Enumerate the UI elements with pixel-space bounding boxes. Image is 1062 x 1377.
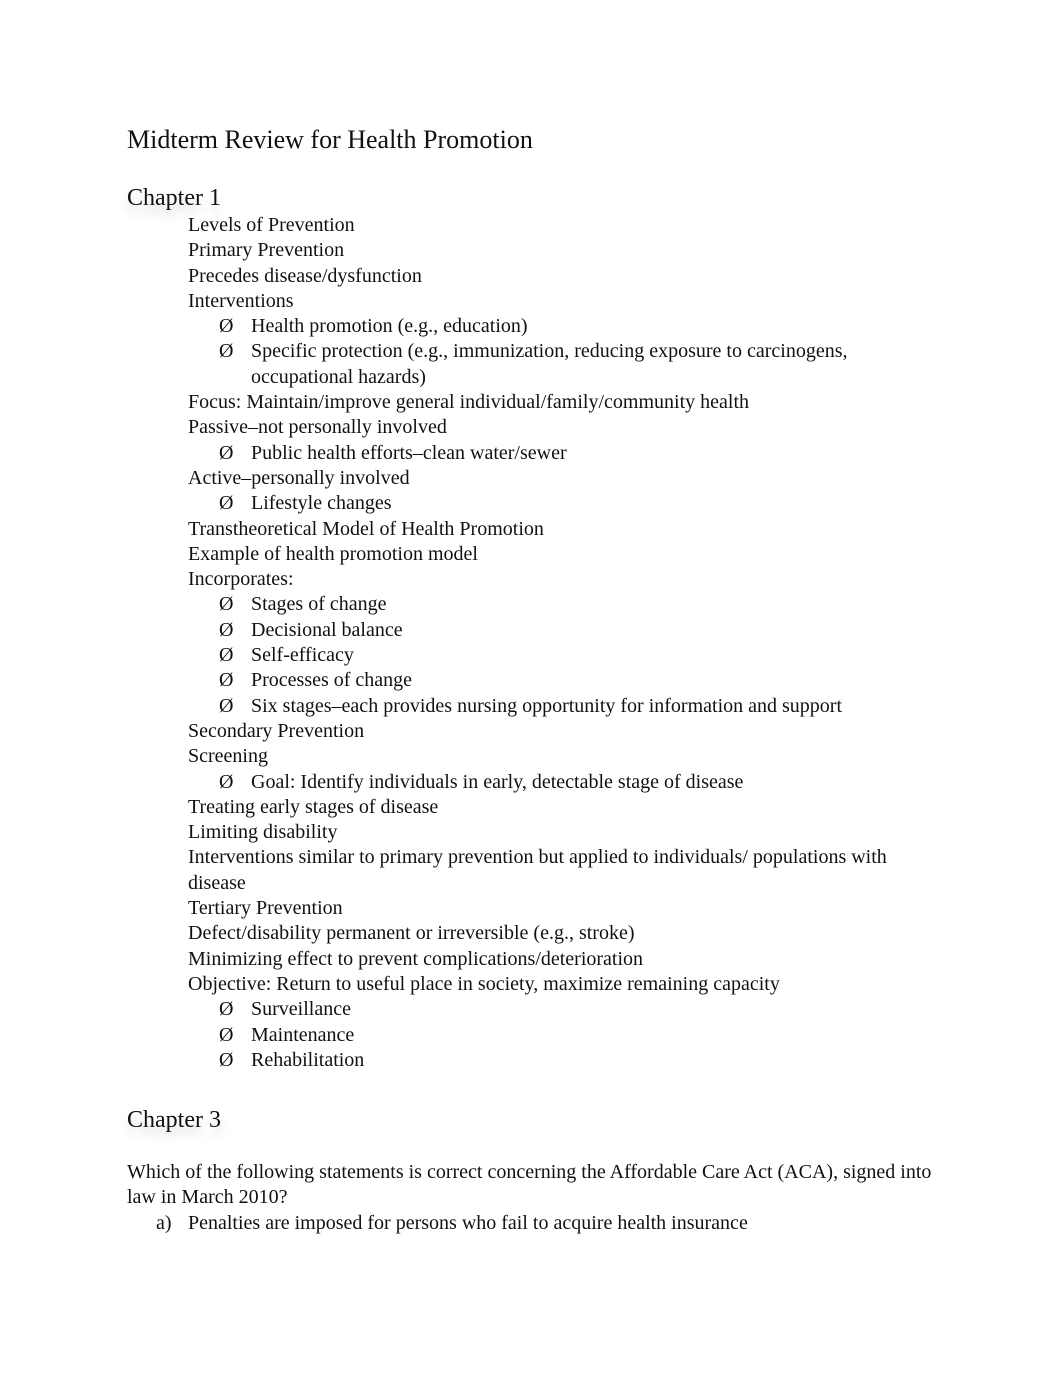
outline-line: Minimizing effect to prevent complicatio… [188,947,644,970]
bullet-marker-icon: Ø [219,770,234,793]
bullet-marker-icon: Ø [219,669,234,692]
bullet-text: Processes of change [251,669,413,692]
outline-line: Interventions similar to primary prevent… [188,846,887,894]
bullet-item: Ø Public health efforts–clean water/sewer [188,441,948,466]
bullet-text: Self-efficacy [251,644,354,667]
outline-line: Secondary Prevention [188,719,365,742]
outline-line: Transtheoretical Model of Health Promoti… [188,517,544,540]
answer-text: Penalties are imposed for persons who fa… [188,1212,748,1234]
bullet-item: Ø Health promotion (e.g., education) [188,314,948,339]
outline-line: Passive–not personally involved [188,416,447,439]
bullet-item: Ø Stages of change [188,592,948,617]
bullet-item: Ø Maintenance [188,1023,948,1048]
bullet-item: Ø Rehabilitation [188,1048,948,1073]
bullet-item: Ø Surveillance [188,997,948,1022]
bullet-text: Stages of change [251,593,387,616]
chapter-1-heading: Chapter 1 [127,185,221,211]
bullet-item: Ø Six stages–each provides nursing opport… [188,694,948,719]
bullet-marker-icon: Ø [219,593,234,616]
bullet-marker-icon: Ø [219,644,234,667]
outline-line: Levels of Prevention [188,214,355,236]
outline-line: Example of health promotion model [188,542,478,565]
question-text: Which of the following statements is cor… [127,1161,932,1209]
bullet-marker-icon: Ø [219,340,234,363]
bullet-text: Public health efforts–clean water/sewer [251,441,567,464]
bullet-text: Six stages–each provides nursing opportu… [251,694,843,717]
bullet-text: Specific protection (e.g., immunization,… [251,340,848,388]
bullet-item: Ø Processes of change [188,668,948,693]
page-title: Midterm Review for Health Promotion [127,125,533,154]
bullet-item: Ø Goal: Identify individuals in early, de… [188,770,948,795]
outline-line: Active–personally involved [188,466,410,489]
outline-line: Objective: Return to useful place in soc… [188,972,780,995]
outline-line: Screening [188,745,268,768]
bullet-marker-icon: Ø [219,441,234,464]
bullet-marker-icon: Ø [219,1048,234,1071]
bullet-marker-icon: Ø [219,998,234,1021]
outline-line: Interventions [188,289,294,312]
bullet-text: Decisional balance [251,618,403,641]
chapter-3-heading: Chapter 3 [127,1107,221,1133]
answer-letter: a) [156,1212,172,1234]
bullet-text: Goal: Identify individuals in early, det… [251,770,744,793]
bullet-text: Lifestyle changes [251,492,392,515]
outline-line: Precedes disease/dysfunction [188,264,422,287]
outline-line: Defect/disability permanent or irreversi… [188,922,635,945]
outline-line: Focus: Maintain/improve general individu… [188,391,749,414]
outline-line: Tertiary Prevention [188,897,343,920]
bullet-item: Ø Self-efficacy [188,643,948,668]
outline-line: Primary Prevention [188,239,345,262]
bullet-text: Maintenance [251,1023,355,1046]
chapter-1-content: Levels of Prevention Primary Prevention Pr… [188,213,948,1073]
bullet-item: Ø Specific protection (e.g., immunization… [188,339,948,390]
bullet-marker-icon: Ø [219,315,234,338]
bullet-text: Rehabilitation [251,1048,365,1071]
bullet-text: Health promotion (e.g., education) [251,315,528,338]
bullet-text: Surveillance [251,998,351,1021]
bullet-marker-icon: Ø [219,694,234,717]
outline-line: Incorporates: [188,568,294,591]
bullet-item: Ø Lifestyle changes [188,491,948,516]
bullet-marker-icon: Ø [219,618,234,641]
outline-line: Limiting disability [188,821,338,844]
outline-line: Treating early stages of disease [188,795,439,818]
bullet-marker-icon: Ø [219,492,234,515]
bullet-marker-icon: Ø [219,1023,234,1046]
bullet-item: Ø Decisional balance [188,618,948,643]
